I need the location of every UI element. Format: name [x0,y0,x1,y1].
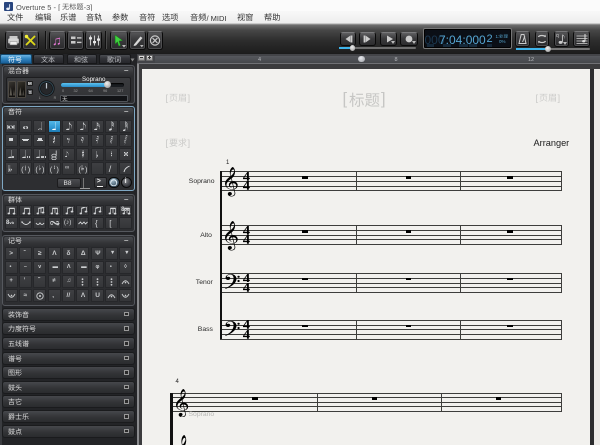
svg-text:q: q [556,33,559,39]
